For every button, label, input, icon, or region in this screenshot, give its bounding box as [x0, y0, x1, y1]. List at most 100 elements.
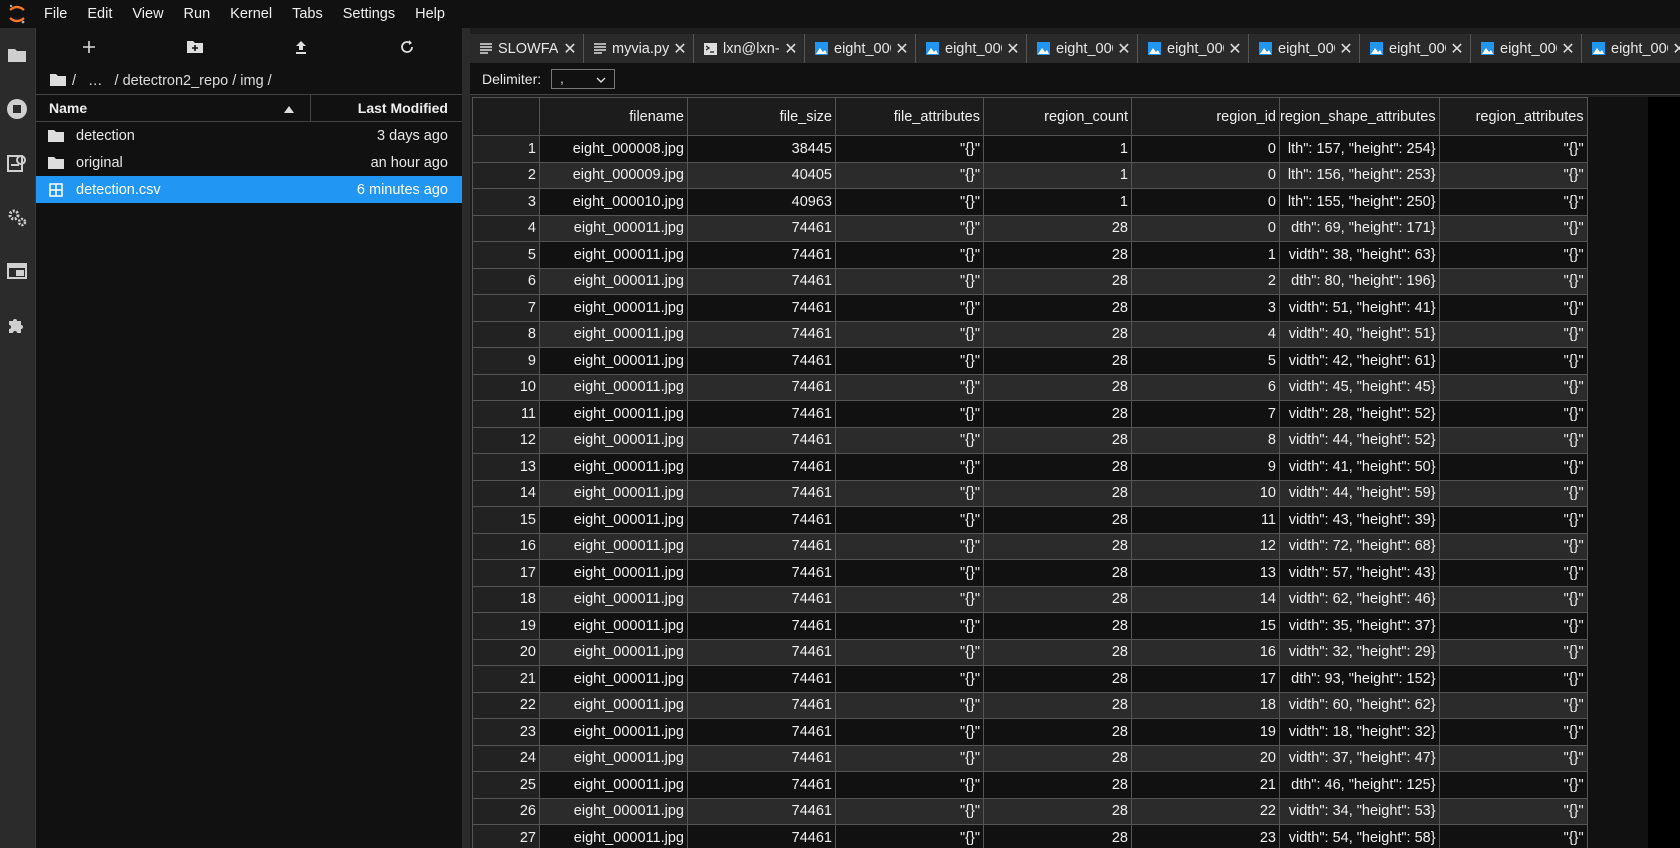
table-cell[interactable]: 1	[1131, 241, 1280, 269]
table-cell[interactable]: "{}"	[1438, 320, 1588, 348]
table-cell[interactable]: 0	[1131, 161, 1280, 189]
table-cell[interactable]: 2	[1131, 267, 1280, 295]
table-cell[interactable]: "{}"	[835, 771, 984, 799]
table-cell[interactable]: eight_000011.jpg	[539, 294, 688, 322]
row-header[interactable]: 16	[472, 532, 540, 560]
table-cell[interactable]: 21	[1131, 771, 1280, 799]
table-cell[interactable]: vidth": 38, "height": 63}	[1279, 241, 1440, 269]
table-cell[interactable]: lth": 156, "height": 253}	[1279, 161, 1440, 189]
table-cell[interactable]: 74461	[687, 797, 836, 825]
table-cell[interactable]: 74461	[687, 214, 836, 242]
row-header[interactable]: 15	[472, 506, 540, 534]
table-cell[interactable]: "{}"	[1438, 294, 1588, 322]
table-cell[interactable]: 28	[983, 347, 1132, 375]
row-header[interactable]: 3	[472, 188, 540, 216]
table-cell[interactable]: dth": 93, "height": 152}	[1279, 665, 1440, 693]
table-cell[interactable]: "{}"	[1438, 797, 1588, 825]
table-cell[interactable]: eight_000011.jpg	[539, 797, 688, 825]
breadcrumb-path[interactable]: / detectron2_repo / img /	[115, 73, 272, 89]
table-cell[interactable]: 28	[983, 665, 1132, 693]
tab-terminal[interactable]: lxn@lxn- ✕	[694, 34, 805, 63]
table-cell[interactable]: eight_000011.jpg	[539, 453, 688, 481]
column-header[interactable]: region_id	[1131, 97, 1280, 136]
close-icon[interactable]: ✕	[1337, 39, 1359, 59]
menu-tabs[interactable]: Tabs	[282, 0, 333, 28]
table-cell[interactable]: eight_000011.jpg	[539, 612, 688, 640]
table-cell[interactable]: 28	[983, 426, 1132, 454]
close-icon[interactable]: ✕	[561, 39, 583, 59]
menu-view[interactable]: View	[122, 0, 173, 28]
column-header[interactable]: file_attributes	[835, 97, 984, 136]
table-cell[interactable]: 74461	[687, 426, 836, 454]
table-cell[interactable]: eight_000011.jpg	[539, 400, 688, 428]
table-cell[interactable]: 74461	[687, 638, 836, 666]
row-header[interactable]: 27	[472, 824, 540, 848]
table-cell[interactable]: 74461	[687, 744, 836, 772]
table-cell[interactable]: "{}"	[835, 797, 984, 825]
table-cell[interactable]: 1	[983, 135, 1132, 163]
tab-image-7[interactable]: eight_000 ✕	[1471, 34, 1582, 63]
table-cell[interactable]: 28	[983, 585, 1132, 613]
breadcrumb-root[interactable]: /	[72, 73, 76, 89]
file-item-detection-csv[interactable]: detection.csv 6 minutes ago	[36, 176, 462, 203]
table-cell[interactable]: "{}"	[1438, 267, 1588, 295]
table-cell[interactable]: 28	[983, 797, 1132, 825]
table-cell[interactable]: vidth": 18, "height": 32}	[1279, 718, 1440, 746]
table-cell[interactable]: "{}"	[835, 479, 984, 507]
column-header[interactable]: region_count	[983, 97, 1132, 136]
table-cell[interactable]: eight_000011.jpg	[539, 320, 688, 348]
table-cell[interactable]: 74461	[687, 453, 836, 481]
table-cell[interactable]: 28	[983, 532, 1132, 560]
table-cell[interactable]: dth": 46, "height": 125}	[1279, 771, 1440, 799]
table-cell[interactable]: "{}"	[1438, 426, 1588, 454]
row-header[interactable]: 25	[472, 771, 540, 799]
table-cell[interactable]: vidth": 62, "height": 46}	[1279, 585, 1440, 613]
row-header[interactable]: 12	[472, 426, 540, 454]
table-cell[interactable]: vidth": 72, "height": 68}	[1279, 532, 1440, 560]
table-cell[interactable]: "{}"	[835, 214, 984, 242]
table-cell[interactable]: 19	[1131, 718, 1280, 746]
table-cell[interactable]: eight_000011.jpg	[539, 691, 688, 719]
table-cell[interactable]: "{}"	[1438, 506, 1588, 534]
table-cell[interactable]: 5	[1131, 347, 1280, 375]
table-cell[interactable]: 10	[1131, 479, 1280, 507]
row-header[interactable]: 1	[472, 135, 540, 163]
table-cell[interactable]: "{}"	[1438, 347, 1588, 375]
row-header[interactable]: 10	[472, 373, 540, 401]
row-header[interactable]: 26	[472, 797, 540, 825]
table-cell[interactable]: vidth": 37, "height": 47}	[1279, 744, 1440, 772]
table-cell[interactable]: eight_000011.jpg	[539, 506, 688, 534]
row-header[interactable]: 8	[472, 320, 540, 348]
close-icon[interactable]: ✕	[893, 39, 915, 59]
table-cell[interactable]: 74461	[687, 612, 836, 640]
table-cell[interactable]: 74461	[687, 824, 836, 848]
table-cell[interactable]: "{}"	[835, 161, 984, 189]
tab-image-5[interactable]: eight_000 ✕	[1249, 34, 1360, 63]
table-cell[interactable]: "{}"	[835, 241, 984, 269]
table-cell[interactable]: 8	[1131, 426, 1280, 454]
table-cell[interactable]: 9	[1131, 453, 1280, 481]
table-cell[interactable]: 11	[1131, 506, 1280, 534]
row-header[interactable]: 22	[472, 691, 540, 719]
close-icon[interactable]: ✕	[671, 39, 693, 59]
table-cell[interactable]: 28	[983, 824, 1132, 848]
table-cell[interactable]: vidth": 34, "height": 53}	[1279, 797, 1440, 825]
tab-image-4[interactable]: eight_000 ✕	[1138, 34, 1249, 63]
row-header[interactable]: 20	[472, 638, 540, 666]
table-cell[interactable]: 20	[1131, 744, 1280, 772]
row-header[interactable]: 19	[472, 612, 540, 640]
table-cell[interactable]: eight_000011.jpg	[539, 373, 688, 401]
close-icon[interactable]: ✕	[1115, 39, 1137, 59]
menu-edit[interactable]: Edit	[77, 0, 122, 28]
table-cell[interactable]: eight_000011.jpg	[539, 638, 688, 666]
table-cell[interactable]: eight_000010.jpg	[539, 188, 688, 216]
table-cell[interactable]: "{}"	[1438, 612, 1588, 640]
table-cell[interactable]: 28	[983, 638, 1132, 666]
table-cell[interactable]: 40405	[687, 161, 836, 189]
row-header[interactable]: 21	[472, 665, 540, 693]
table-cell[interactable]: vidth": 51, "height": 41}	[1279, 294, 1440, 322]
table-cell[interactable]: 74461	[687, 559, 836, 587]
table-cell[interactable]: eight_000011.jpg	[539, 559, 688, 587]
table-cell[interactable]: "{}"	[1438, 135, 1588, 163]
tab-slowfast[interactable]: SLOWFAST ✕	[470, 34, 584, 63]
